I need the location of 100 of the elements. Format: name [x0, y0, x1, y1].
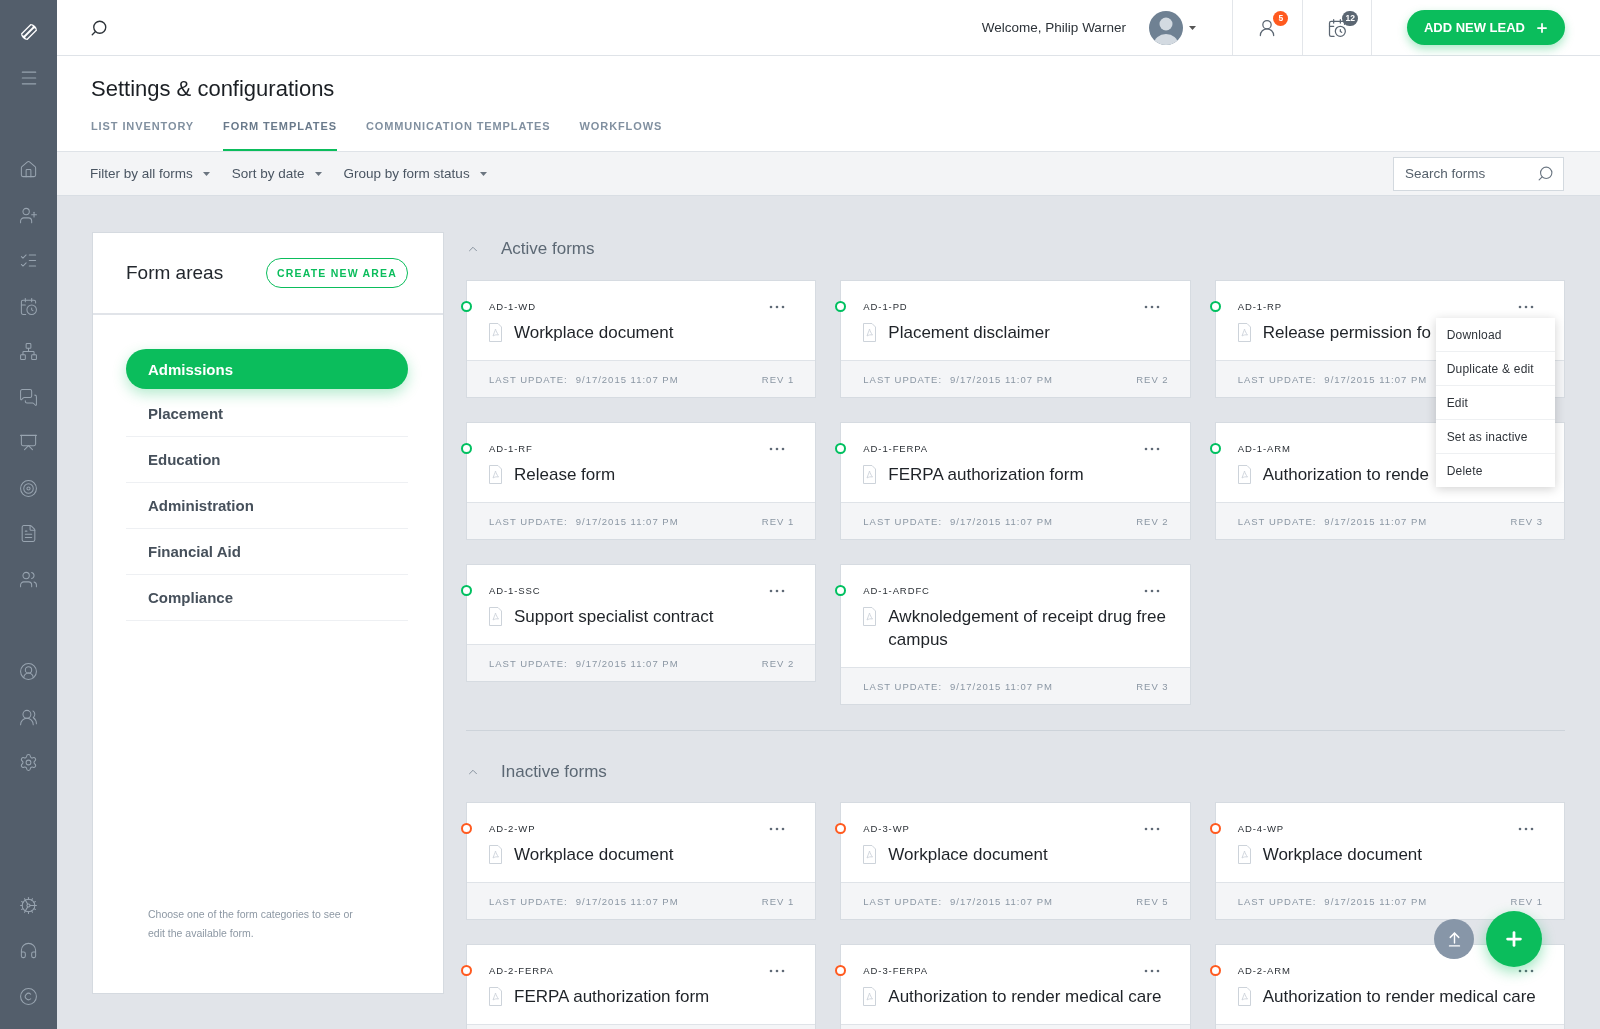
- file-icon: [863, 987, 877, 1006]
- filter-dropdown[interactable]: Sort by date: [231, 166, 322, 181]
- file-icon: [489, 607, 502, 626]
- more-icon[interactable]: [769, 827, 786, 831]
- more-icon[interactable]: [769, 969, 786, 973]
- more-icon[interactable]: [769, 589, 786, 593]
- section-title: Active forms: [501, 238, 595, 259]
- plus-icon: [1535, 20, 1549, 35]
- form-card[interactable]: AD-2-FERPA FERPA authorization form: [466, 944, 817, 1029]
- form-title: Workplace document: [888, 844, 1048, 866]
- more-icon[interactable]: [1143, 305, 1160, 309]
- update-label: LAST UPDATE:: [863, 680, 943, 692]
- form-code: AD-2-ARM: [1237, 965, 1291, 977]
- caret-icon[interactable]: [314, 171, 322, 176]
- form-title: Release form: [514, 464, 616, 486]
- chat-icon[interactable]: [19, 387, 38, 407]
- file-icon: [489, 987, 502, 1006]
- target-icon[interactable]: [19, 478, 38, 498]
- area-item[interactable]: Placement: [126, 391, 408, 437]
- file-icon: [863, 607, 877, 626]
- form-card[interactable]: AD-2-WP Workplace document LAST UPDATE: 9/17/2015 11:07 PM REV 1: [466, 802, 817, 920]
- more-icon[interactable]: [1518, 969, 1534, 973]
- file-icon: [1237, 465, 1251, 484]
- file-icon: [489, 465, 502, 484]
- copyright-icon[interactable]: [19, 986, 38, 1006]
- user-plus-icon[interactable]: [19, 205, 38, 225]
- form-code: AD-1-ARM: [1237, 443, 1291, 455]
- form-title: FERPA authorization form: [888, 464, 1084, 486]
- presentation-icon[interactable]: [19, 433, 38, 453]
- form-code: AD-2-WP: [489, 823, 536, 835]
- revision-label: REV 3: [1136, 680, 1169, 692]
- caret-icon[interactable]: [479, 171, 487, 176]
- headphones-icon[interactable]: [19, 941, 38, 961]
- revision-label: REV 1: [761, 373, 795, 385]
- revision-label: REV 1: [761, 895, 795, 907]
- more-icon[interactable]: [1518, 827, 1534, 831]
- more-icon[interactable]: [769, 447, 786, 451]
- form-card[interactable]: AD-1-FERPA FERPA authorization form LAST UPDATE: 9/17/2015 11:07 PM REV 2: [840, 422, 1191, 540]
- area-item[interactable]: Financial Aid: [126, 529, 408, 575]
- form-card[interactable]: AD-4-WP Workplace document LAST UPDATE: 9/17/2015 11:07 PM REV 1: [1214, 802, 1565, 920]
- people-icon[interactable]: [19, 707, 38, 727]
- section-title: Inactive forms: [501, 761, 607, 782]
- filter-dropdown[interactable]: Group by form status: [343, 166, 487, 181]
- more-icon[interactable]: [1143, 447, 1160, 451]
- search-icon[interactable]: [90, 18, 108, 37]
- settings-icon[interactable]: [19, 753, 38, 773]
- more-icon[interactable]: [1143, 827, 1160, 831]
- area-item[interactable]: Education: [126, 437, 408, 483]
- form-card[interactable]: AD-3-WP Workplace document LAST UPDATE: 9/17/2015 11:07 PM REV 5: [840, 802, 1191, 920]
- update-date: 9/17/2015 11:07 PM: [575, 895, 679, 907]
- filter-dropdown[interactable]: Filter by all forms: [90, 166, 210, 181]
- form-code: AD-3-FERPA: [863, 965, 929, 977]
- more-icon[interactable]: [1143, 589, 1160, 593]
- form-code: AD-1-RP: [1237, 301, 1282, 313]
- form-card[interactable]: AD-1-SSC Support specialist contract LAST UPDATE: 9/17/2015 11:07 PM REV 2: [466, 564, 817, 682]
- update-label: LAST UPDATE:: [1237, 515, 1317, 527]
- more-icon[interactable]: [769, 305, 786, 309]
- search-field[interactable]: Search forms: [1393, 156, 1564, 191]
- group-icon[interactable]: [19, 569, 38, 589]
- user-circle-icon[interactable]: [19, 662, 38, 682]
- form-code: AD-1-PD: [863, 301, 908, 313]
- menu-item[interactable]: Edit: [1435, 386, 1555, 420]
- cog-icon[interactable]: [19, 895, 38, 915]
- menu-item[interactable]: Delete: [1435, 454, 1555, 487]
- caret-icon[interactable]: [1188, 25, 1196, 30]
- form-card[interactable]: AD-2-ARM Authorization to render medical care: [1214, 944, 1565, 1029]
- calendar-clock-icon[interactable]: [1326, 17, 1347, 38]
- update-date: 9/17/2015 11:07 PM: [950, 515, 1053, 527]
- area-item[interactable]: Compliance: [126, 575, 408, 621]
- update-date: 9/17/2015 11:07 PM: [950, 373, 1053, 385]
- form-code: AD-1-RF: [489, 443, 533, 455]
- home-icon[interactable]: [19, 160, 38, 180]
- update-label: LAST UPDATE:: [1237, 373, 1317, 385]
- form-card[interactable]: AD-1-WD Workplace document LAST UPDATE: 9/17/2015 11:07 PM REV 1: [466, 280, 817, 398]
- revision-label: REV 1: [761, 515, 795, 527]
- panel-title: Form areas: [126, 262, 224, 284]
- menu-item[interactable]: Duplicate & edit: [1435, 352, 1555, 386]
- form-card[interactable]: AD-1-PD Placement disclaimer LAST UPDATE: 9/17/2015 11:07 PM REV 2: [840, 280, 1191, 398]
- form-card[interactable]: AD-1-RF Release form LAST UPDATE: 9/17/2015 11:07 PM REV 1: [466, 422, 817, 540]
- form-card[interactable]: AD-3-FERPA Authorization to render medical care: [840, 944, 1191, 1029]
- plus-icon: [1503, 928, 1525, 950]
- area-item[interactable]: Administration: [126, 483, 408, 529]
- more-icon[interactable]: [1518, 305, 1534, 309]
- more-icon[interactable]: [1143, 969, 1160, 973]
- menu-item[interactable]: Set as inactive: [1435, 420, 1555, 454]
- update-date: 9/17/2015 11:07 PM: [575, 515, 679, 527]
- calendar-clock-icon[interactable]: [19, 296, 38, 316]
- form-card[interactable]: AD-1-ARDFC Awknoledgement of receipt drug free campus LAST UPDATE: 9/17/2015 11:07 PM REV 3: [840, 564, 1191, 705]
- page-title: Settings & configurations: [91, 75, 336, 103]
- menu-item[interactable]: Download: [1435, 318, 1555, 352]
- network-icon[interactable]: [19, 342, 38, 362]
- caret-icon[interactable]: [202, 171, 210, 176]
- avatar[interactable]: [1148, 10, 1183, 45]
- file-icon: [1237, 987, 1251, 1006]
- revision-label: REV 2: [1136, 515, 1169, 527]
- notification-badge: 12: [1342, 10, 1358, 26]
- update-date: 9/17/2015 11:07 PM: [1324, 515, 1428, 527]
- document-icon[interactable]: [19, 524, 38, 544]
- update-date: 9/17/2015 11:07 PM: [950, 680, 1053, 692]
- form-code: AD-3-WP: [863, 823, 910, 835]
